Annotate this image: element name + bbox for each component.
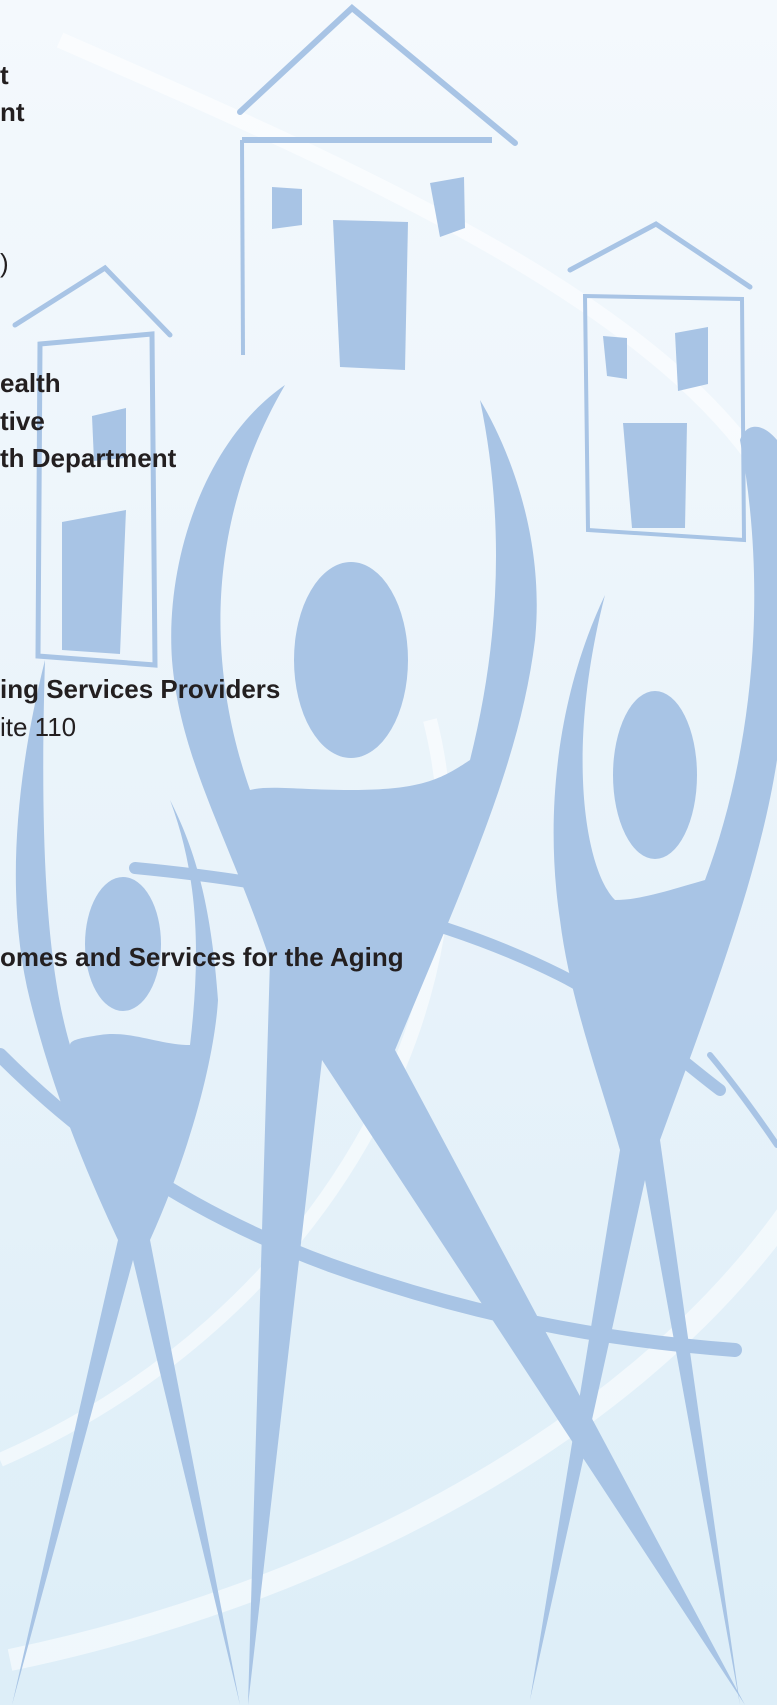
- figure-left: [12, 660, 240, 1705]
- text-line-2: nt: [0, 97, 25, 127]
- text-line-7: ing Services Providers: [0, 674, 281, 704]
- text-line-4: ealth: [0, 368, 61, 398]
- text-line-8: ite 110: [0, 712, 77, 742]
- text-line-5: tive: [0, 406, 45, 436]
- text-line-9: omes and Services for the Aging: [0, 942, 404, 972]
- background-illustration: [0, 4, 777, 1705]
- text-line-1: t: [0, 60, 9, 90]
- text-line-3: ): [0, 248, 9, 278]
- house-right: [567, 221, 753, 543]
- figure-right: [530, 426, 777, 1705]
- figures-and-houses: [0, 4, 777, 1705]
- text-line-6: th Department: [0, 443, 177, 473]
